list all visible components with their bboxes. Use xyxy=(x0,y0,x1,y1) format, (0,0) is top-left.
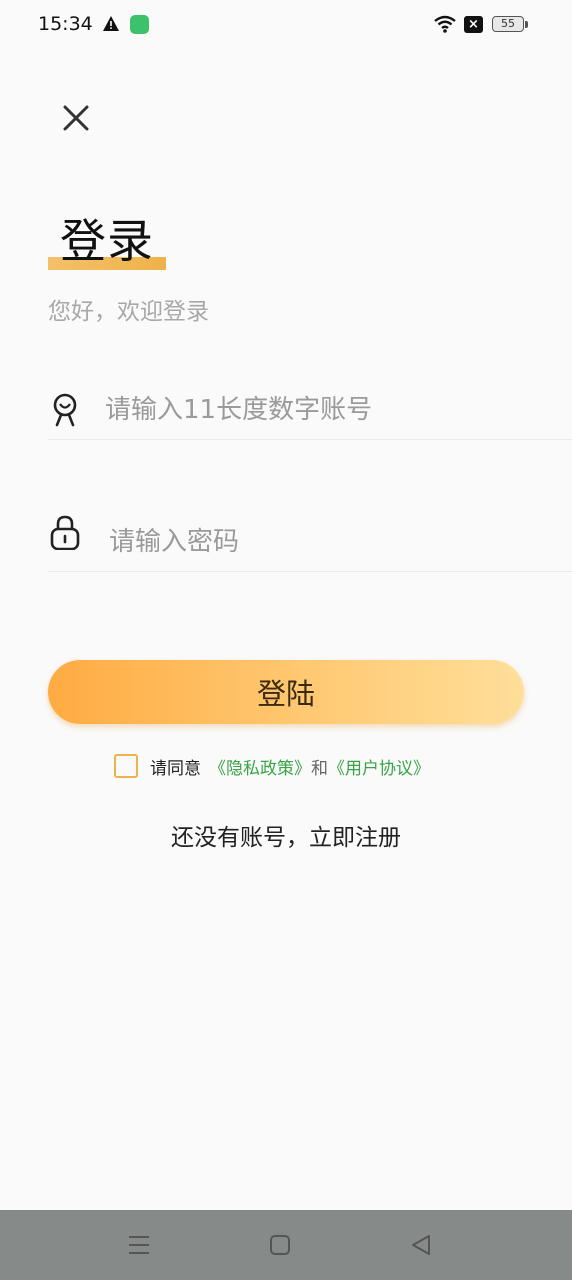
app-notification-icon xyxy=(130,15,149,34)
lock-icon xyxy=(50,515,80,550)
status-time: 15:34 xyxy=(38,13,93,35)
close-icon[interactable] xyxy=(56,98,96,138)
home-icon[interactable] xyxy=(265,1230,295,1260)
battery-tip xyxy=(525,21,528,28)
password-input[interactable] xyxy=(109,520,549,564)
navigation-bar xyxy=(0,1210,572,1280)
warning-icon xyxy=(103,16,119,31)
agreement-prefix: 请同意 xyxy=(150,758,201,779)
page-subtitle: 您好，欢迎登录 xyxy=(48,299,209,325)
battery-icon: 55 xyxy=(492,16,524,32)
password-field xyxy=(48,512,572,572)
account-input[interactable] xyxy=(105,388,545,432)
wifi-icon xyxy=(434,15,456,33)
agreement-and: 和 xyxy=(311,758,328,779)
back-icon[interactable] xyxy=(406,1230,436,1260)
user-agreement-link[interactable]: 《用户协议》 xyxy=(328,754,430,779)
register-link[interactable]: 还没有账号，立即注册 xyxy=(0,818,572,852)
privacy-policy-link[interactable]: 《隐私政策》 xyxy=(209,754,311,779)
agreement-row: 请同意 《隐私政策》 和 《用户协议》 xyxy=(114,752,430,780)
user-icon xyxy=(53,393,77,427)
account-field xyxy=(48,380,572,440)
page-title: 登录 xyxy=(60,214,154,268)
no-sim-icon: × xyxy=(464,16,483,33)
login-button[interactable]: 登陆 xyxy=(48,660,524,724)
menu-icon[interactable] xyxy=(124,1230,154,1260)
agreement-checkbox[interactable] xyxy=(114,754,138,778)
